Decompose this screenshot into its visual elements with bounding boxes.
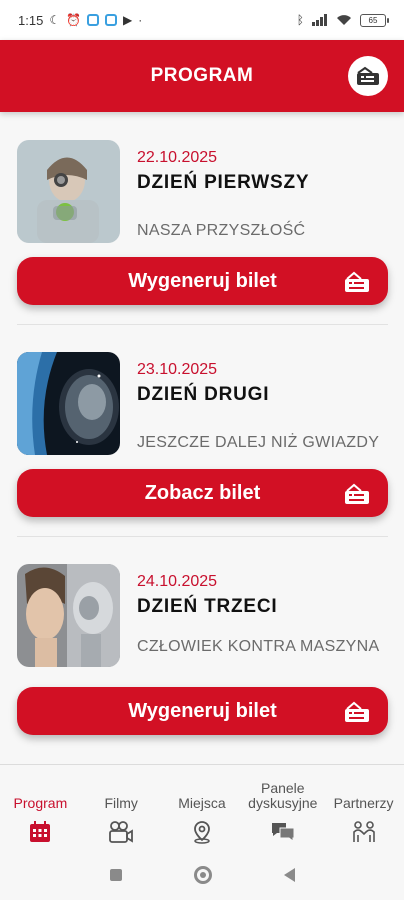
nav-item-miejsca[interactable]: Miejsca [162, 765, 243, 850]
nav-label: Filmy [104, 795, 138, 811]
day-title: DZIEŃ TRZECI [137, 596, 278, 617]
button-label: Wygeneruj bilet [128, 699, 277, 722]
generate-ticket-button[interactable]: Wygeneruj bilet [17, 687, 388, 735]
nav-label: Partnerzy [333, 795, 394, 811]
nav-label: Panele dyskusyjne [248, 780, 318, 811]
home-button[interactable] [193, 866, 212, 884]
nav-item-partnerzy[interactable]: Partnerzy [323, 765, 404, 850]
day-card: 24.10.2025 DZIEŃ TRZECI CZŁOWIEK KONTRA … [0, 536, 404, 748]
day-date: 24.10.2025 [137, 573, 218, 590]
system-navigation-bar [0, 850, 404, 900]
app-notification-icon [87, 14, 100, 26]
ticket-icon [345, 701, 369, 722]
status-bar-right: ᛒ 65 [296, 13, 389, 27]
moon-icon: ☾ [49, 13, 61, 27]
battery-icon: 65 [360, 13, 389, 27]
wifi-icon [337, 15, 351, 25]
app-notification-icon [105, 14, 118, 26]
day-date: 23.10.2025 [137, 361, 218, 378]
battery-level: 65 [368, 15, 378, 25]
button-label: Wygeneruj bilet [128, 269, 277, 292]
woman-and-robot-image [17, 564, 120, 667]
ticket-icon [357, 66, 379, 85]
signal-icon [312, 14, 327, 26]
recents-button[interactable] [109, 869, 122, 881]
nav-label: Miejsca [178, 795, 226, 811]
nav-item-panele[interactable]: Panele dyskusyjne [242, 765, 323, 850]
location-pin-icon [189, 819, 215, 845]
video-camera-icon [108, 819, 134, 845]
day-subtitle: NASZA PRZYSZŁOŚĆ [137, 222, 306, 239]
partners-icon [351, 819, 377, 845]
ticket-icon [345, 483, 369, 504]
ticket-header-button[interactable] [348, 56, 388, 96]
day-date: 22.10.2025 [137, 149, 218, 166]
day-subtitle: CZŁOWIEK KONTRA MASZYNA [137, 638, 380, 655]
status-bar-left: 1:15 ☾ ⏰ ▶ · [18, 13, 142, 28]
day-subtitle: JESZCZE DALEJ NIŻ GWIAZDY [137, 434, 380, 451]
back-button[interactable] [283, 868, 295, 882]
bottom-navigation: Program Filmy Miejsca Panele dyskusyjne … [0, 764, 404, 850]
astronaut-space-image [17, 352, 120, 455]
bluetooth-icon: ᛒ [296, 13, 304, 27]
play-icon: ▶ [123, 13, 133, 27]
day-title: DZIEŃ DRUGI [137, 384, 270, 405]
alarm-icon: ⏰ [66, 13, 82, 27]
app-header: PROGRAM [0, 40, 404, 112]
dot-icon: · [138, 13, 143, 27]
status-bar: 1:15 ☾ ⏰ ▶ · ᛒ 65 [0, 0, 404, 40]
day-card: 22.10.2025 DZIEŃ PIERWSZY NASZA PRZYSZŁO… [0, 112, 404, 325]
page-title: PROGRAM [150, 65, 254, 86]
generate-ticket-button[interactable]: Wygeneruj bilet [17, 257, 388, 305]
status-time: 1:15 [18, 12, 44, 28]
calendar-icon [27, 819, 53, 845]
view-ticket-button[interactable]: Zobacz bilet [17, 469, 388, 517]
day-title: DZIEŃ PIERWSZY [137, 172, 310, 193]
button-label: Zobacz bilet [144, 481, 261, 504]
nav-label: Program [13, 795, 68, 811]
nav-item-filmy[interactable]: Filmy [81, 765, 162, 850]
chat-bubbles-icon [270, 819, 296, 845]
day-card: 23.10.2025 DZIEŃ DRUGI JESZCZE DALEJ NIŻ… [0, 324, 404, 537]
woman-robot-apple-image [17, 140, 120, 243]
program-list: 22.10.2025 DZIEŃ PIERWSZY NASZA PRZYSZŁO… [0, 112, 404, 748]
nav-item-program[interactable]: Program [0, 765, 81, 850]
ticket-icon [345, 271, 369, 292]
